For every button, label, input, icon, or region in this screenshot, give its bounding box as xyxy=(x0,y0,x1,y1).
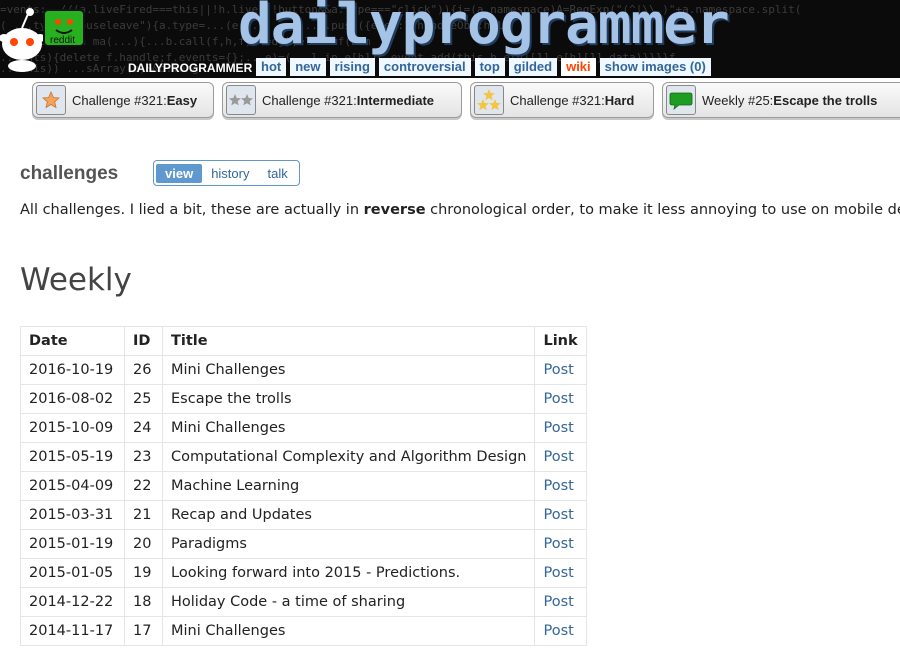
two-stars-icon xyxy=(226,85,256,115)
wiki-tab-talk[interactable]: talk xyxy=(258,164,296,183)
row-date: 2016-10-19 xyxy=(20,355,125,385)
row-title: Recap and Updates xyxy=(161,500,536,530)
weekly-challenge-button[interactable]: Weekly #25: Escape the trolls xyxy=(662,82,900,118)
row-title: Paradigms xyxy=(161,529,536,559)
table-row: 2015-05-19 23 Computational Complexity and… xyxy=(20,442,588,472)
tab-wiki[interactable]: wiki xyxy=(561,58,596,76)
challenge-hard-button[interactable]: Challenge #321: Hard xyxy=(470,82,654,118)
row-date: 2015-10-09 xyxy=(20,413,125,443)
row-date: 2015-01-05 xyxy=(20,558,125,588)
row-id: 17 xyxy=(124,616,163,646)
reddit-logo-text: reddit xyxy=(50,35,75,46)
sort-tabs: hot new rising controversial top gilded … xyxy=(256,58,711,76)
row-title: Holiday Code - a time of sharing xyxy=(161,587,536,617)
weekly-challenges-table: Date ID Title Link 2016-10-19 26 Mini Chal… xyxy=(20,326,588,646)
row-id: 22 xyxy=(124,471,163,501)
table-row: 2015-04-09 22 Machine Learning Post xyxy=(20,471,588,501)
reddit-logo[interactable]: reddit xyxy=(0,4,120,74)
challenge-easy-button[interactable]: Challenge #321: Easy xyxy=(32,82,214,118)
row-id: 19 xyxy=(124,558,163,588)
chat-bubble-icon xyxy=(666,85,696,115)
row-title: Mini Challenges xyxy=(161,413,536,443)
row-title: Mini Challenges xyxy=(161,616,536,646)
tab-controversial[interactable]: controversial xyxy=(378,58,471,76)
tab-gilded[interactable]: gilded xyxy=(508,58,558,76)
challenge-intermediate-button[interactable]: Challenge #321: Intermediate xyxy=(222,82,462,118)
intro-text-start: All challenges. I lied a bit, these are … xyxy=(20,202,364,218)
row-id: 23 xyxy=(124,442,163,472)
column-header-title: Title xyxy=(161,326,536,356)
row-link[interactable]: Post xyxy=(534,471,588,501)
three-stars-icon xyxy=(474,85,504,115)
tab-show-images[interactable]: show images (0) xyxy=(599,58,711,76)
table-row: 2014-12-22 18 Holiday Code - a time of sha… xyxy=(20,587,588,617)
wiki-tab-view[interactable]: view xyxy=(156,163,203,183)
challenge-hard-prefix: Challenge #321: xyxy=(510,92,605,108)
column-header-id: ID xyxy=(124,326,163,356)
wiki-tabs: view history talk xyxy=(153,160,300,186)
table-row: 2014-11-17 17 Mini Challenges Post xyxy=(20,616,588,646)
star-icon xyxy=(36,85,66,115)
challenge-intermediate-prefix: Challenge #321: xyxy=(262,92,357,108)
row-date: 2015-05-19 xyxy=(20,442,125,472)
row-date: 2016-08-02 xyxy=(20,384,125,414)
row-id: 21 xyxy=(124,500,163,530)
wiki-intro-paragraph: All challenges. I lied a bit, these are … xyxy=(20,202,900,218)
row-title: Escape the trolls xyxy=(161,384,536,414)
table-row: 2015-01-05 19 Looking forward into 2015 - … xyxy=(20,558,588,588)
row-link[interactable]: Post xyxy=(534,587,588,617)
intro-text-bold: reverse xyxy=(363,202,426,218)
row-date: 2015-03-31 xyxy=(20,500,125,530)
row-title: Looking forward into 2015 - Predictions. xyxy=(161,558,536,588)
row-title: Mini Challenges xyxy=(161,355,536,385)
row-link[interactable]: Post xyxy=(534,529,588,559)
challenge-intermediate-label: Intermediate xyxy=(356,92,435,108)
row-link[interactable]: Post xyxy=(534,413,588,443)
wiki-tab-history[interactable]: history xyxy=(202,164,258,183)
row-date: 2015-01-19 xyxy=(20,529,125,559)
intro-text-end: chronological order, to make it less ann… xyxy=(425,202,900,218)
tab-top[interactable]: top xyxy=(474,58,505,76)
row-link[interactable]: Post xyxy=(534,616,588,646)
subreddit-banner-title[interactable]: dailyprogrammer xyxy=(238,0,730,57)
row-id: 24 xyxy=(124,413,163,443)
wiki-page-title: challenges xyxy=(20,163,119,184)
row-link[interactable]: Post xyxy=(534,558,588,588)
weekly-challenge-prefix: Weekly #25: xyxy=(702,92,774,108)
table-row: 2015-01-19 20 Paradigms Post xyxy=(20,529,588,559)
tab-rising[interactable]: rising xyxy=(329,58,375,76)
table-row: 2016-10-19 26 Mini Challenges Post xyxy=(20,355,588,385)
subreddit-name[interactable]: DAILYPROGRAMMER xyxy=(128,61,252,75)
row-id: 25 xyxy=(124,384,163,414)
column-header-date: Date xyxy=(20,326,125,356)
tab-new[interactable]: new xyxy=(290,58,326,76)
column-header-link: Link xyxy=(534,326,588,356)
subreddit-header: =vents: .//(a.liveFired===this||!h.live|… xyxy=(0,0,900,78)
row-title: Computational Complexity and Algorithm D… xyxy=(161,442,536,472)
row-link[interactable]: Post xyxy=(534,442,588,472)
row-id: 26 xyxy=(124,355,163,385)
row-date: 2015-04-09 xyxy=(20,471,125,501)
table-row: 2015-10-09 24 Mini Challenges Post xyxy=(20,413,588,443)
row-date: 2014-12-22 xyxy=(20,587,125,617)
table-body: 2016-10-19 26 Mini Challenges Post 2016-08-0… xyxy=(20,355,588,646)
row-id: 20 xyxy=(124,529,163,559)
challenge-easy-label: Easy xyxy=(166,92,198,108)
tab-hot[interactable]: hot xyxy=(256,58,287,76)
challenge-hard-label: Hard xyxy=(604,92,635,108)
table-header-row: Date ID Title Link xyxy=(20,326,588,356)
row-date: 2014-11-17 xyxy=(20,616,125,646)
row-link[interactable]: Post xyxy=(534,384,588,414)
section-heading-weekly: Weekly xyxy=(20,262,132,298)
weekly-challenge-label: Escape the trolls xyxy=(773,92,878,108)
challenge-buttons: Challenge #321: Easy Challenge #321: Int… xyxy=(0,82,900,118)
table-row: 2016-08-02 25 Escape the trolls Post xyxy=(20,384,588,414)
row-link[interactable]: Post xyxy=(534,355,588,385)
row-link[interactable]: Post xyxy=(534,500,588,530)
challenge-easy-prefix: Challenge #321: xyxy=(72,92,167,108)
row-id: 18 xyxy=(124,587,163,617)
table-row: 2015-03-31 21 Recap and Updates Post xyxy=(20,500,588,530)
row-title: Machine Learning xyxy=(161,471,536,501)
